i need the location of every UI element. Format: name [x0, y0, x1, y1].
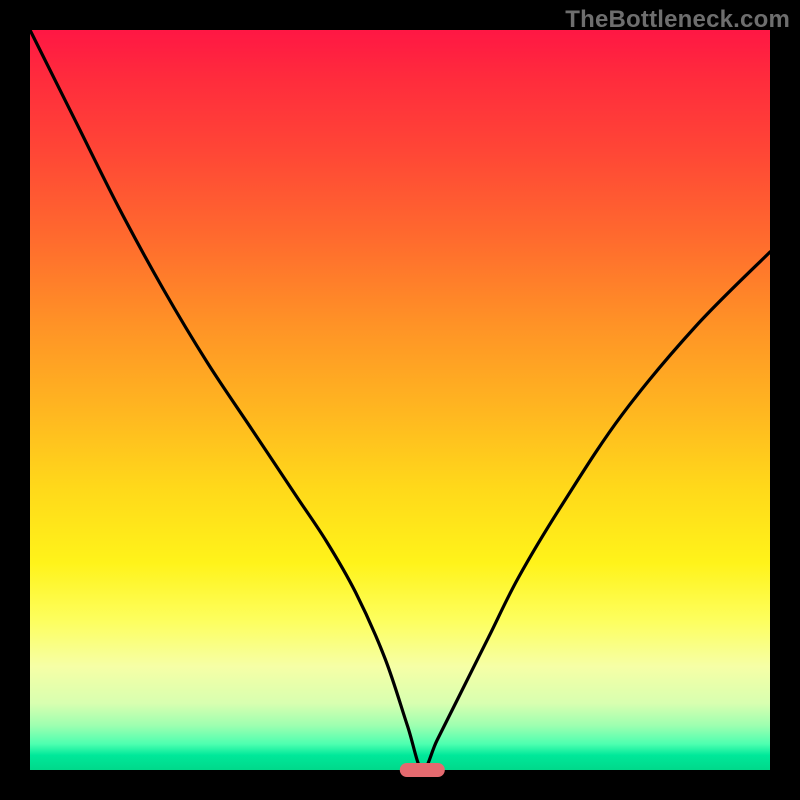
bottleneck-curve [30, 30, 770, 770]
curve-layer [30, 30, 770, 770]
chart-frame: TheBottleneck.com [0, 0, 800, 800]
plot-area [30, 30, 770, 770]
optimum-marker [400, 763, 444, 777]
